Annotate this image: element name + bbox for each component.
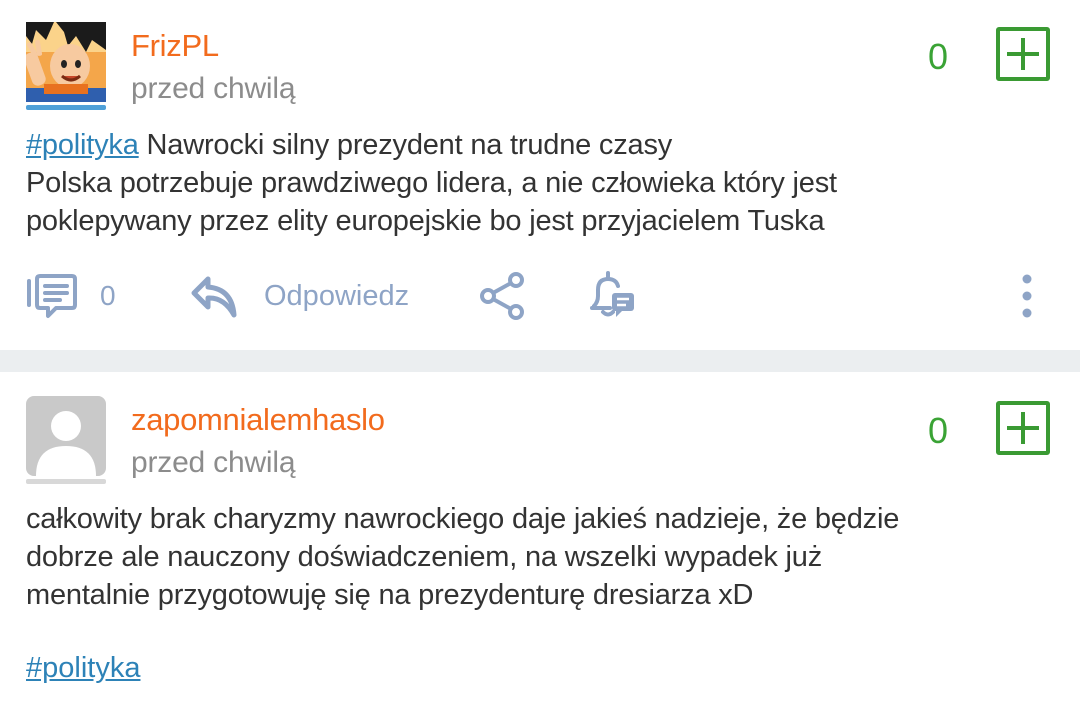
post-separator: [0, 350, 1080, 372]
comments-button[interactable]: 0: [26, 266, 116, 326]
username[interactable]: zapomnialemhaslo: [131, 402, 385, 438]
comments-icon: [27, 274, 77, 318]
avatar-underline: [26, 105, 106, 110]
share-icon: [480, 272, 524, 320]
post-body-line: Polska potrzebuje prawdziwego lidera, a …: [26, 167, 837, 199]
post-tags: #polityka: [26, 652, 140, 685]
upvote-button[interactable]: [996, 401, 1050, 455]
share-button[interactable]: [478, 266, 528, 326]
timestamp: przed chwilą: [131, 72, 296, 105]
avatar-underline: [26, 479, 106, 484]
post-body: całkowity brak charyzmy nawrockiego daje…: [26, 500, 1056, 614]
post-body-line: #polityka Nawrocki silny prezydent na tr…: [26, 126, 1056, 164]
hashtag-link[interactable]: #polityka: [26, 129, 139, 161]
post-body-line: całkowity brak charyzmy nawrockiego daje…: [26, 503, 900, 535]
vote-count: 0: [927, 36, 949, 77]
post-item: zapomnialemhaslo przed chwilą 0 całkowit…: [0, 372, 1080, 712]
reply-button[interactable]: Odpowiedz: [190, 266, 409, 326]
notification-button[interactable]: [586, 266, 638, 326]
hashtag-link[interactable]: #polityka: [26, 652, 140, 684]
post-body-line: poklepywany przez elity europejskie bo j…: [26, 205, 825, 237]
post-title-text: Nawrocki silny prezydent na trudne czasy: [138, 129, 673, 161]
post-actions-bar: 0 Odpowiedz: [0, 266, 1080, 326]
avatar[interactable]: [26, 22, 106, 102]
default-avatar-icon: [26, 396, 106, 476]
post-body: #polityka Nawrocki silny prezydent na tr…: [26, 126, 1056, 240]
reply-label: Odpowiedz: [264, 279, 410, 312]
avatar-image: [26, 22, 106, 102]
username[interactable]: FrizPL: [131, 28, 219, 64]
post-body-line: mentalnie przygotowuję się na prezydentu…: [26, 579, 754, 611]
avatar[interactable]: [26, 396, 106, 476]
more-options-button[interactable]: [1012, 266, 1042, 326]
comments-count: 0: [100, 280, 116, 311]
upvote-button[interactable]: [996, 27, 1050, 81]
notification-bell-icon: [590, 271, 634, 317]
more-vertical-icon: [1022, 274, 1032, 318]
post-item: FrizPL przed chwilą 0 #polityka Nawrocki…: [0, 0, 1080, 350]
reply-arrow-icon: [191, 276, 237, 318]
vote-count: 0: [927, 410, 949, 451]
post-body-line: dobrze ale nauczony doświadczeniem, na w…: [26, 541, 822, 573]
timestamp: przed chwilą: [131, 446, 296, 479]
